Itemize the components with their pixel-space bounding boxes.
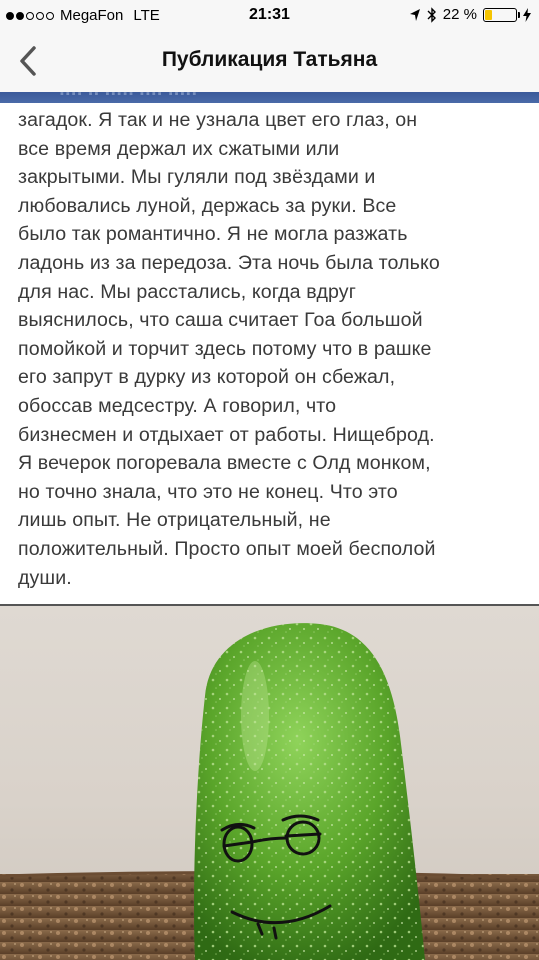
post-text-line: закрытыми. Мы гуляли под звёздами и — [18, 166, 376, 189]
cropped-header-strip: ▪▪▪▪ ▪▪ ▪▪▪▪▪ ▪▪▪▪ ▪▪▪▪▪ — [0, 92, 539, 103]
navigation-bar: Публикация Татьяна — [0, 30, 539, 93]
status-right: 22 % — [409, 6, 531, 23]
battery-percent: 22 % — [442, 6, 477, 23]
cucumber-texture — [194, 623, 425, 960]
post-text-line: все время держал их сжатыми или — [18, 137, 340, 160]
battery-fill — [485, 9, 492, 20]
bluetooth-icon — [427, 6, 436, 23]
post-text-line: любовались луной, держась за руки. Все — [18, 194, 397, 217]
post-text-line: обоссав медсестру. А говорил, что — [18, 394, 337, 417]
post-text-line: помойкой и торчит здесь потому что в раш… — [18, 337, 432, 360]
post-text-line: загадок. Я так и не узнала цвет его глаз… — [18, 109, 418, 131]
location-arrow-icon — [409, 8, 420, 21]
charging-icon — [523, 7, 531, 22]
post-text-line: ладонь из за передоза. Эта ночь была тол… — [18, 251, 440, 274]
post-text-line: выяснилось, что саша считает Гоа большой — [18, 309, 423, 332]
cucumber-illustration — [0, 623, 539, 960]
post-text-line: лишь опыт. Не отрицательный, не — [18, 509, 331, 532]
cucumber-highlight — [241, 661, 269, 771]
cucumber-photo — [0, 606, 539, 960]
post-image[interactable]: ▪▪▪▪ ▪▪ ▪▪▪▪▪ ▪▪▪▪ ▪▪▪▪▪ загадок. Я так … — [0, 92, 539, 960]
post-text-line: но точно знала, что это не конец. Что эт… — [18, 480, 398, 503]
post-text-line: положительный. Просто опыт моей бесполой — [18, 537, 436, 560]
post-text-line: было так романтично. Я не могла разжать — [18, 223, 408, 246]
post-text: загадок. Я так и не узнала цвет его глаз… — [18, 106, 533, 592]
battery-icon — [483, 7, 520, 22]
post-text-line: Я вечерок погоревала вместе с Олд монком… — [18, 452, 431, 475]
status-bar: MegaFon LTE 21:31 22 % — [0, 0, 539, 30]
post-text-line: для нас. Мы расстались, когда вдруг — [18, 280, 356, 303]
battery-tip — [518, 11, 520, 18]
cropped-header-text: ▪▪▪▪ ▪▪ ▪▪▪▪▪ ▪▪▪▪ ▪▪▪▪▪ — [60, 92, 199, 100]
post-text-line: его запрут в дурку из которой он сбежал, — [18, 366, 396, 389]
post-text-line: бизнесмен и отдыхает от работы. Нищеброд… — [18, 423, 435, 446]
page-title: Публикация Татьяна — [161, 48, 378, 71]
post-text-line: души. — [18, 566, 72, 589]
